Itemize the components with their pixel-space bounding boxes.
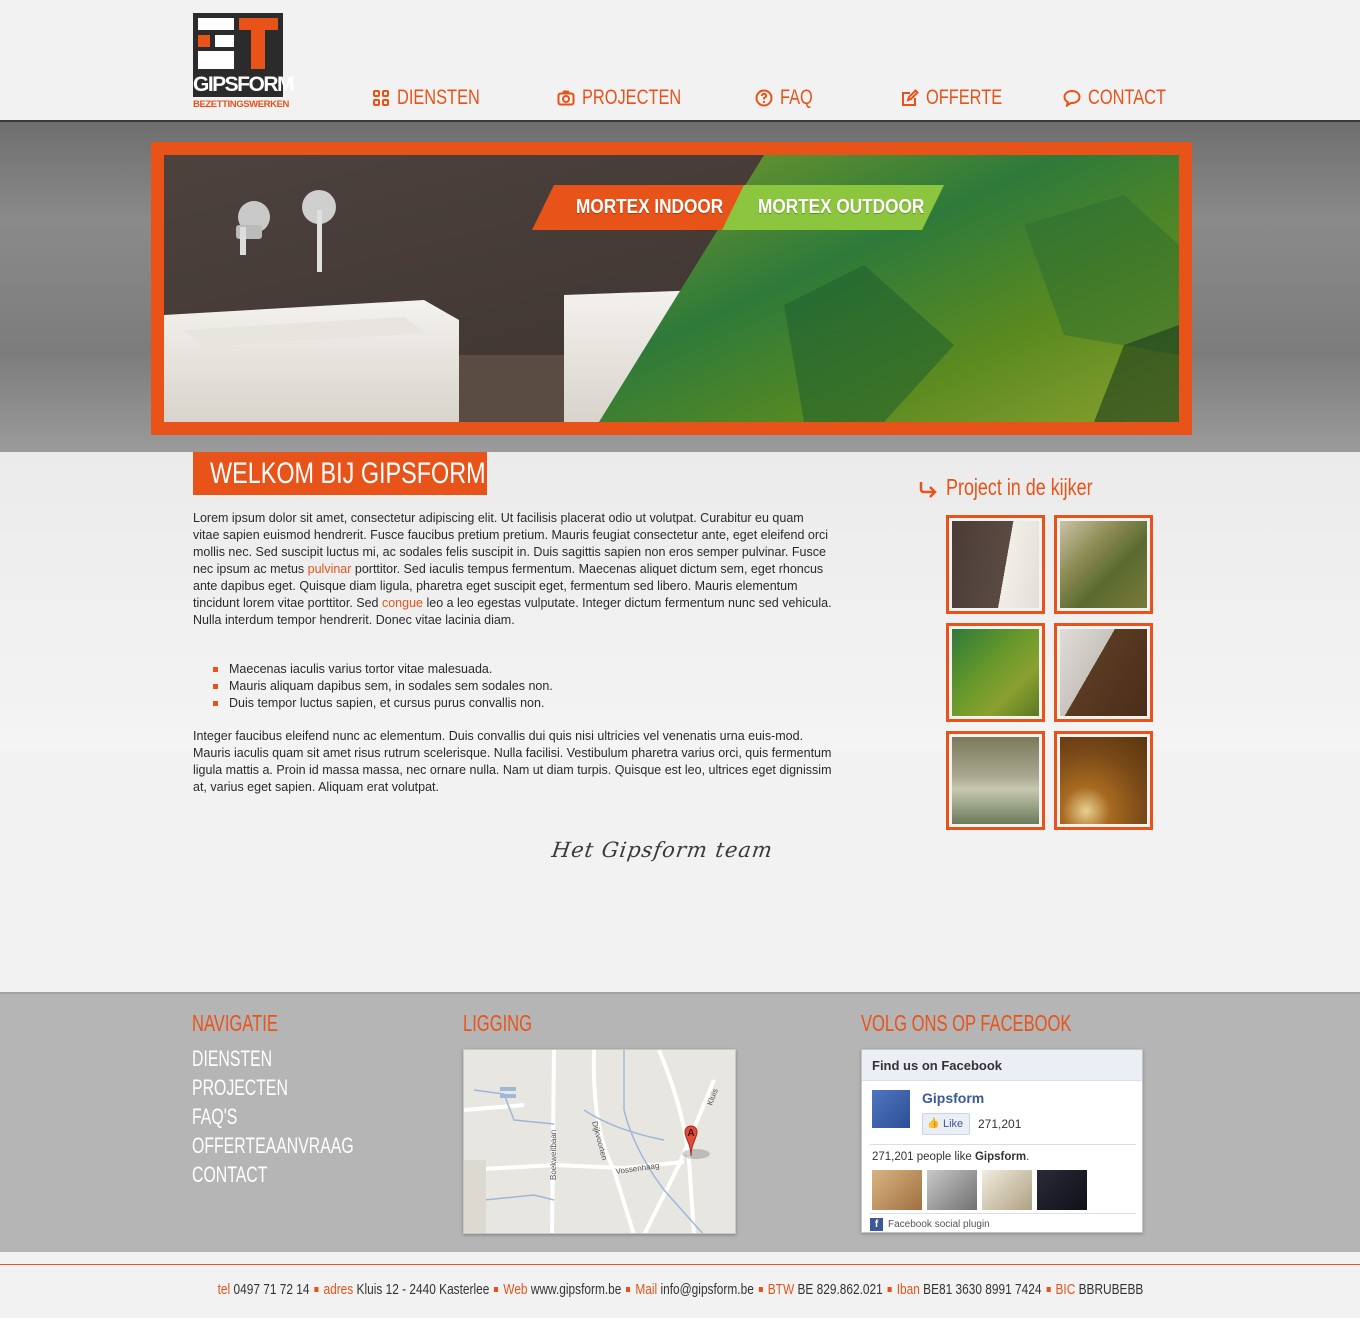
edit-icon <box>901 89 919 107</box>
footer-map-title: LIGGING <box>463 1010 533 1036</box>
camera-icon <box>557 89 575 107</box>
link-pulvinar[interactable]: pulvinar <box>308 562 352 576</box>
question-icon <box>755 89 773 107</box>
main-nav: DIENSTEN PROJECTEN FAQ OFFERTE CONTACT <box>372 86 1166 116</box>
project-thumbnail[interactable] <box>946 515 1045 614</box>
hero-frame: MORTEX INDOOR MORTEX OUTDOOR <box>151 142 1192 435</box>
footer-link-contact[interactable]: CONTACT <box>192 1160 417 1189</box>
vat-number: BE 829.862.021 <box>796 1282 883 1298</box>
map-marker-label: A <box>687 1128 694 1139</box>
fb-like-count: 271,201 <box>978 1117 1022 1131</box>
facebook-widget: Find us on Facebook Gipsform Like 271,20… <box>861 1049 1143 1233</box>
fb-people-text: 271,201 people like Gipsform. <box>872 1151 1030 1163</box>
nav-label: PROJECTEN <box>582 86 682 109</box>
phone-number: 0497 71 72 14 <box>232 1282 310 1298</box>
facebook-icon: f <box>870 1218 883 1231</box>
page-title: WELKOM BIJ GIPSFORM <box>193 452 487 495</box>
chat-bubble-icon <box>1063 89 1081 108</box>
footer-link-faqs[interactable]: FAQ'S <box>192 1102 417 1131</box>
list-item: Mauris aliquam dapibus sem, in sodales s… <box>213 678 553 695</box>
project-thumbnail[interactable] <box>946 623 1045 722</box>
footer-link-offerteaanvraag[interactable]: OFFERTEAANVRAAG <box>192 1131 417 1160</box>
logo-mark <box>193 13 283 75</box>
nav-label: CONTACT <box>1088 86 1166 109</box>
nav-label: FAQ <box>780 86 813 109</box>
tab-mortex-outdoor[interactable]: MORTEX OUTDOOR <box>722 185 944 230</box>
header: GIPSFORM BEZETTINGSWERKEN DIENSTEN PROJE… <box>0 0 1360 120</box>
avatar[interactable] <box>982 1170 1032 1210</box>
footer-link-projecten[interactable]: PROJECTEN <box>192 1073 417 1102</box>
website-link[interactable]: www.gipsform.be <box>530 1282 621 1298</box>
fb-social-plugin[interactable]: f Facebook social plugin <box>870 1213 1136 1231</box>
nav-item-faq[interactable]: FAQ <box>755 86 822 110</box>
fb-page-name[interactable]: Gipsform <box>922 1090 984 1106</box>
address: Kluis 12 - 2440 Kasterlee <box>356 1282 489 1298</box>
footer-fb-title: VOLG ONS OP FACEBOOK <box>861 1010 1072 1036</box>
arrow-down-right-icon <box>918 478 938 498</box>
project-thumbnail[interactable] <box>946 731 1045 830</box>
nav-item-projecten[interactable]: PROJECTEN <box>557 86 709 110</box>
nav-label: OFFERTE <box>926 86 1003 109</box>
logo-name: GIPSFORM <box>193 72 295 97</box>
intro-paragraph: Lorem ipsum dolor sit amet, consectetur … <box>193 511 832 627</box>
project-thumbnail[interactable] <box>1054 515 1153 614</box>
project-thumbnail[interactable] <box>1054 731 1153 830</box>
footer-link-diensten[interactable]: DIENSTEN <box>192 1044 417 1073</box>
logo[interactable]: GIPSFORM BEZETTINGSWERKEN <box>193 13 295 113</box>
location-map[interactable]: Boekweitbaan Dijkvoorten Vossenhaag Klui… <box>463 1049 736 1234</box>
iban: BE81 3630 8991 7424 <box>922 1282 1042 1298</box>
logo-subtitle: BEZETTINGSWERKEN <box>193 99 289 110</box>
nav-label: DIENSTEN <box>397 86 480 109</box>
list-item: Maecenas iaculis varius tortor vitae mal… <box>213 661 553 678</box>
projects-heading: Project in de kijker <box>918 474 1134 501</box>
link-congue[interactable]: congue <box>382 596 423 610</box>
avatar[interactable] <box>872 1170 922 1210</box>
footer-nav-title: NAVIGATIE <box>192 1010 278 1036</box>
project-thumbnail[interactable] <box>1054 623 1153 722</box>
nav-item-diensten[interactable]: DIENSTEN <box>372 86 503 110</box>
bic: BBRUBEBB <box>1078 1282 1143 1298</box>
nav-item-offerte[interactable]: OFFERTE <box>901 86 1024 110</box>
bullet-list: Maecenas iaculis varius tortor vitae mal… <box>213 661 553 712</box>
fb-like-button[interactable]: Like <box>922 1113 971 1135</box>
fb-header: Find us on Facebook <box>862 1050 1142 1081</box>
grid-icon <box>372 89 390 107</box>
outro-paragraph: Integer faucibus eleifend nunc ac elemen… <box>193 729 832 794</box>
list-item: Duis tempor luctus sapien, et cursus pur… <box>213 695 553 712</box>
contact-bar: tel 0497 71 72 14 adres Kluis 12 - 2440 K… <box>0 1252 1360 1318</box>
hero-banner: MORTEX INDOOR MORTEX OUTDOOR <box>0 120 1360 452</box>
tab-mortex-indoor[interactable]: MORTEX INDOOR <box>532 185 752 230</box>
hero-slide[interactable]: MORTEX INDOOR MORTEX OUTDOOR <box>164 155 1179 422</box>
footer-nav: DIENSTEN PROJECTEN FAQ'S OFFERTEAANVRAAG… <box>192 1044 417 1189</box>
signature: Het Gipsform team <box>550 838 775 862</box>
map-label-boekweitbaan: Boekweitbaan <box>549 1130 558 1180</box>
fb-page-icon[interactable] <box>872 1090 910 1128</box>
footer: NAVIGATIE DIENSTEN PROJECTEN FAQ'S OFFER… <box>0 992 1360 1252</box>
nav-item-contact[interactable]: CONTACT <box>1063 86 1188 110</box>
avatar[interactable] <box>927 1170 977 1210</box>
contact-line: tel 0497 71 72 14 adres Kluis 12 - 2440 K… <box>217 1282 1143 1298</box>
avatar[interactable] <box>1037 1170 1087 1210</box>
email-link[interactable]: info@gipsform.be <box>660 1282 753 1298</box>
